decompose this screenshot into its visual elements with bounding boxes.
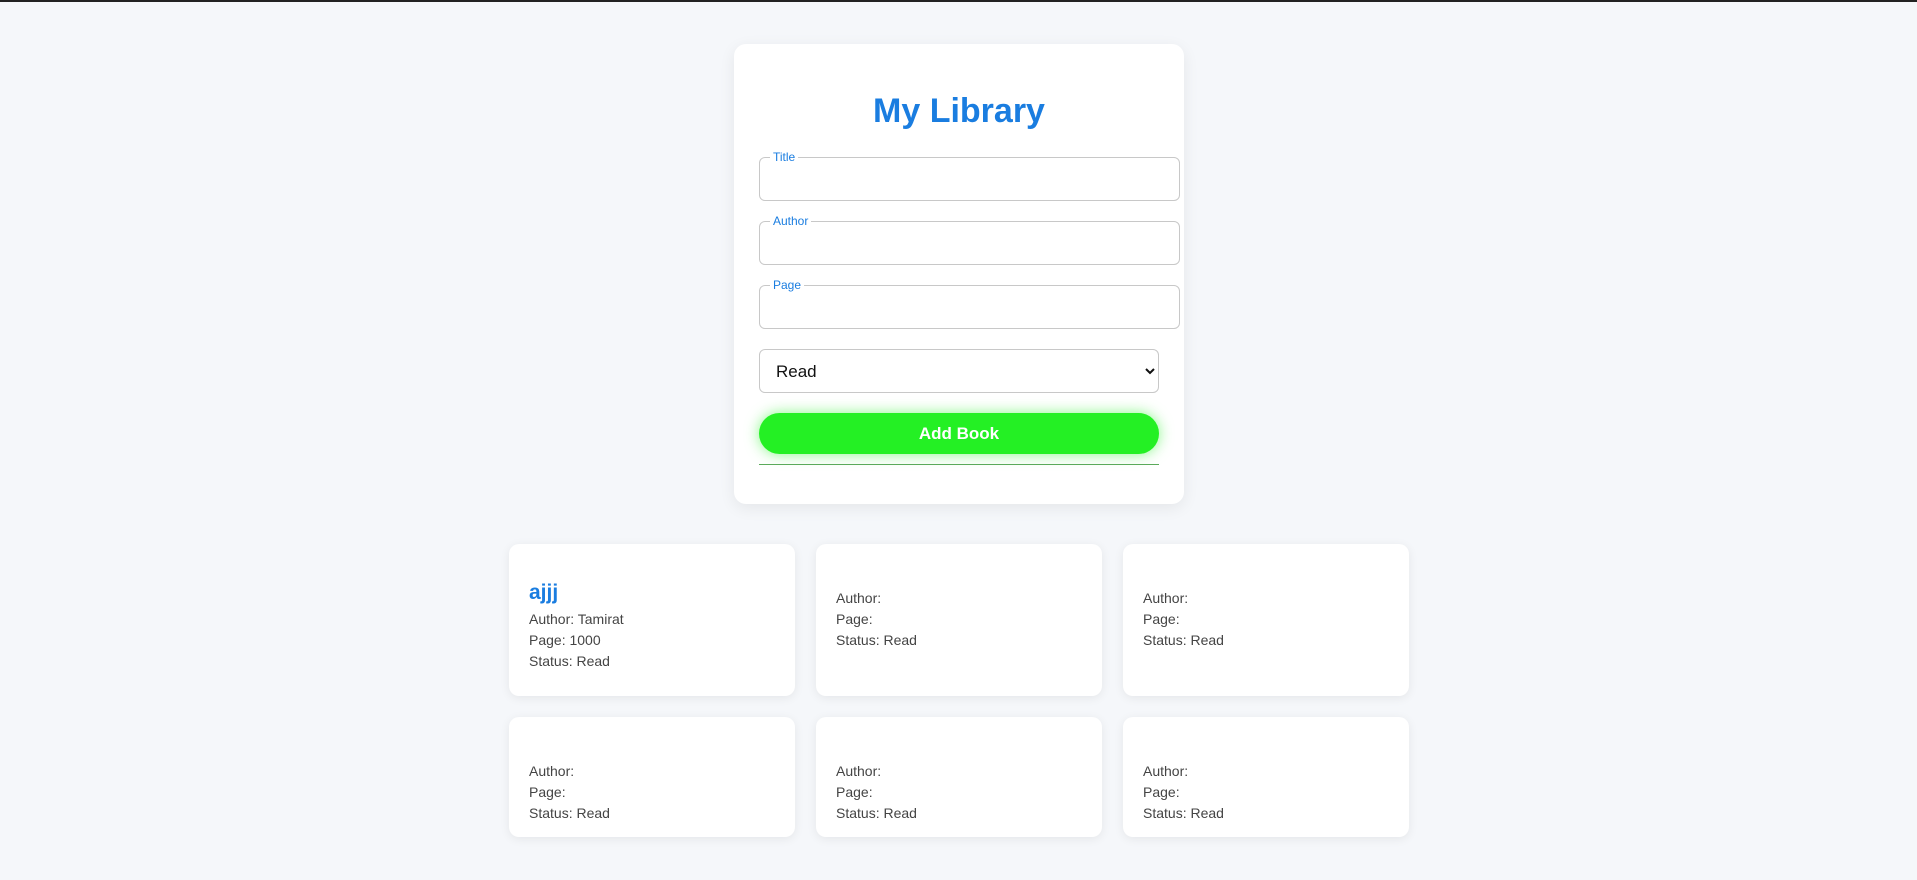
book-page: Page: (1143, 784, 1180, 800)
book-author: Author: (529, 763, 575, 779)
book-status: Status: Read (529, 653, 610, 669)
title-field-label: Title (770, 150, 799, 164)
book-author: Author: (1143, 763, 1189, 779)
book-page: Page: (1143, 611, 1180, 627)
status-select[interactable]: Read (759, 349, 1159, 393)
author-field-label: Author (770, 214, 812, 228)
book-author: Author: (1143, 590, 1189, 606)
book-page: Page: (836, 611, 873, 627)
title-input[interactable] (760, 158, 1179, 200)
book-status: Status: Read (836, 805, 917, 821)
book-page: Page: (836, 784, 873, 800)
form-divider (759, 464, 1159, 465)
book-card: Author: Page: Status: Read (1123, 544, 1409, 696)
add-book-form: My Library Title Author Page Read Add Bo… (734, 44, 1184, 504)
book-author: Author: (836, 763, 882, 779)
book-card: Author: Page: Status: Read (509, 717, 795, 837)
add-book-button[interactable]: Add Book (759, 413, 1159, 454)
page-title: My Library (873, 92, 1045, 130)
book-card: Author: Page: Status: Read (816, 717, 1102, 837)
book-card: Author: Page: Status: Read (816, 544, 1102, 696)
page-field-label: Page (770, 278, 805, 292)
book-status: Status: Read (529, 805, 610, 821)
page-input[interactable] (760, 286, 1179, 328)
author-input[interactable] (760, 222, 1179, 264)
book-title: ajjj (529, 581, 559, 604)
book-author: Author: Tamirat (529, 611, 624, 627)
page-field[interactable]: Page (759, 278, 1180, 329)
book-page: Page: (529, 784, 566, 800)
book-status: Status: Read (836, 632, 917, 648)
book-card: Author: Page: Status: Read (1123, 717, 1409, 837)
book-card: ajjj Author: Tamirat Page: 1000 Status: … (509, 544, 795, 696)
book-status: Status: Read (1143, 632, 1224, 648)
book-status: Status: Read (1143, 805, 1224, 821)
title-field[interactable]: Title (759, 150, 1180, 201)
book-page: Page: 1000 (529, 632, 601, 648)
author-field[interactable]: Author (759, 214, 1180, 265)
book-author: Author: (836, 590, 882, 606)
